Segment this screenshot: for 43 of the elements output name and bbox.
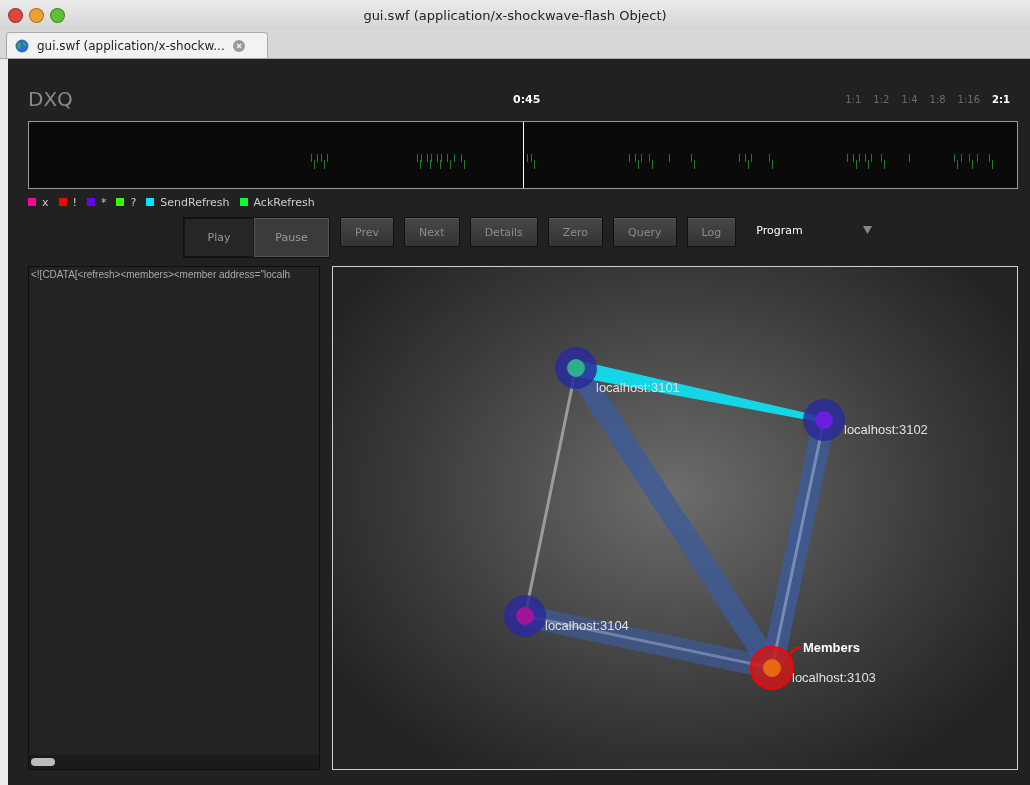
minimize-button[interactable] [29, 7, 44, 23]
scrollbar-thumb[interactable] [31, 758, 55, 766]
toolbar-button[interactable]: Query [613, 217, 677, 247]
toolbar-button[interactable]: Zero [547, 217, 604, 247]
node-label: localhost:3102 [844, 422, 928, 437]
toolbar-button[interactable]: Log [686, 217, 737, 247]
node-label: localhost:3103 [792, 670, 876, 685]
node-dot[interactable] [763, 659, 781, 677]
transport-button[interactable]: Play [184, 218, 254, 257]
node-dot[interactable] [516, 607, 534, 625]
toolbar-button[interactable]: Next [404, 217, 460, 247]
zoom-option[interactable]: 1:8 [929, 93, 946, 105]
close-icon[interactable] [232, 39, 245, 52]
legend-label: ? [130, 195, 137, 209]
node-label: localhost:3104 [545, 618, 629, 633]
tab-label: gui.swf (application/x-shockw... [37, 38, 225, 53]
zoom-option[interactable]: 1:4 [901, 93, 918, 105]
legend-label: SendRefresh [160, 195, 230, 209]
time-readout: 0:45 [513, 92, 542, 106]
window-title: gui.swf (application/x-shockwave-flash Object) [362, 7, 668, 23]
legend-label: AckRefresh [253, 195, 315, 209]
zoom-option[interactable]: 1:1 [845, 93, 862, 105]
zoom-option[interactable]: 1:2 [873, 93, 890, 105]
legend-label: * [100, 195, 107, 209]
zoom-option[interactable]: 1:16 [957, 93, 981, 105]
toolbar-button[interactable]: Details [469, 217, 538, 247]
log-text: <![CDATA[<refresh><members><member address="localh [30, 268, 292, 282]
node-dot[interactable] [567, 359, 585, 377]
globe-icon [15, 38, 29, 53]
legend-label: ! [72, 195, 77, 209]
app-title: DXQ [28, 87, 74, 111]
close-button[interactable] [8, 7, 23, 23]
browser-tab[interactable]: gui.swf (application/x-shockw... [6, 32, 268, 58]
legend-label: x [42, 195, 49, 209]
zoom-option[interactable]: 2:1 [992, 93, 1010, 105]
toolbar-button[interactable]: Prev [340, 217, 394, 247]
callout-line [789, 647, 803, 655]
program-select[interactable]: Program [756, 223, 803, 237]
transport-button[interactable]: Pause [254, 218, 329, 257]
zoom-button[interactable] [50, 7, 65, 23]
node-dot[interactable] [815, 411, 833, 429]
callout-label: Members [803, 640, 861, 655]
dropdown-icon[interactable] [862, 226, 872, 234]
